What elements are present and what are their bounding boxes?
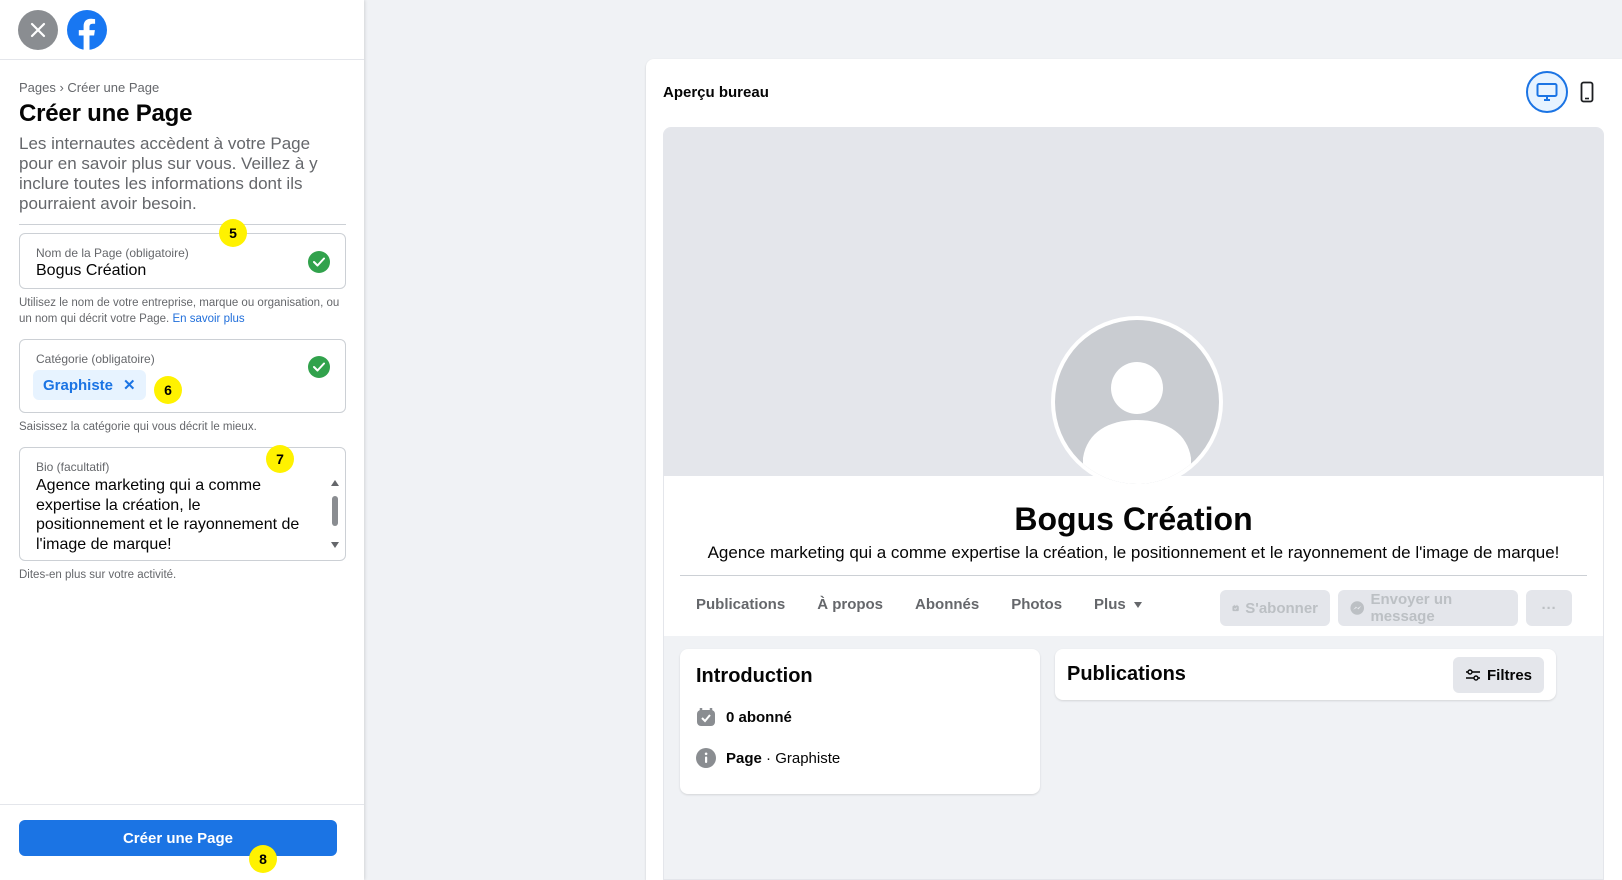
bio-helper: Dites-en plus sur votre activité. — [19, 569, 177, 581]
send-message-button[interactable]: Envoyer un message — [1338, 590, 1518, 626]
tab-more-label: Plus — [1094, 596, 1126, 613]
scroll-thumb[interactable] — [332, 496, 338, 526]
page-preview-canvas: Bogus Création Agence marketing qui a co… — [663, 127, 1604, 880]
annotation-marker-7: 7 — [266, 445, 294, 473]
more-actions-button[interactable]: ··· — [1526, 590, 1572, 626]
tab-publications[interactable]: Publications — [680, 586, 801, 623]
filters-label: Filtres — [1486, 666, 1532, 684]
scroll-down-icon[interactable] — [331, 542, 339, 548]
annotation-marker-8: 8 — [249, 845, 277, 873]
check-icon — [308, 356, 330, 378]
create-page-button[interactable]: Créer une Page — [19, 820, 337, 856]
followers-row: 0 abonné — [696, 707, 792, 727]
bio-label: Bio (facultatif) — [36, 460, 110, 474]
category-helper: Saisissez la catégorie qui vous décrit l… — [19, 421, 257, 433]
category-chip[interactable]: Graphiste ✕ — [33, 370, 146, 400]
annotation-marker-6: 6 — [154, 376, 182, 404]
subscribe-icon — [1232, 604, 1239, 612]
info-icon — [696, 748, 716, 768]
close-icon — [30, 22, 46, 37]
tab-photos[interactable]: Photos — [995, 586, 1078, 623]
profile-avatar — [1051, 316, 1223, 488]
create-page-sidebar: Pages › Créer une Page Créer une Page Le… — [0, 0, 364, 880]
introduction-card: Introduction 0 abonné Page · Graphiste — [680, 649, 1040, 794]
scroll-up-icon[interactable] — [331, 480, 339, 486]
preview-page-bio: Agence marketing qui a comme expertise l… — [707, 543, 1560, 562]
filters-button[interactable]: Filtres — [1452, 657, 1544, 693]
profile-tabs: Publications À propos Abonnés Photos Plu… — [680, 586, 1158, 623]
facebook-logo-icon[interactable] — [66, 9, 108, 51]
profile-divider — [680, 575, 1587, 576]
category-chip-label: Graphiste — [43, 376, 114, 394]
more-dots-icon: ··· — [1541, 599, 1557, 617]
check-icon — [308, 251, 330, 273]
sidebar-body: Pages › Créer une Page Créer une Page Le… — [0, 80, 364, 583]
default-avatar-icon — [1083, 362, 1191, 484]
sidebar-header — [0, 0, 364, 60]
category-label: Catégorie (obligatoire) — [36, 352, 155, 366]
bio-scrollbar[interactable] — [329, 478, 341, 550]
page-name-field[interactable]: Nom de la Page (obligatoire) Bogus Créat… — [19, 233, 346, 289]
bio-field[interactable]: Bio (facultatif) Agence marketing qui a … — [19, 447, 346, 561]
tab-about[interactable]: À propos — [801, 586, 899, 623]
desktop-preview-button[interactable] — [1526, 71, 1568, 113]
annotation-marker-5: 5 — [219, 219, 247, 247]
page-name-label: Nom de la Page (obligatoire) — [36, 246, 189, 260]
category-field[interactable]: Catégorie (obligatoire) Graphiste ✕ — [19, 339, 346, 413]
sidebar-footer: Créer une Page — [0, 804, 364, 880]
mobile-icon — [1580, 81, 1594, 103]
desktop-preview-panel: Aperçu bureau Bogus Création Agence mark… — [646, 59, 1622, 880]
followers-count: 0 abonné — [726, 708, 792, 726]
learn-more-link[interactable]: En savoir plus — [172, 313, 244, 325]
tab-followers[interactable]: Abonnés — [899, 586, 995, 623]
preview-page-name: Bogus Création — [1014, 501, 1253, 537]
chip-remove-icon[interactable]: ✕ — [123, 376, 136, 394]
subscribe-button[interactable]: S'abonner — [1220, 590, 1330, 626]
close-button[interactable] — [18, 9, 58, 50]
page-name-value: Bogus Création — [36, 262, 147, 279]
send-message-label: Envoyer un message — [1370, 591, 1453, 625]
intro-text: Les internautes accèdent à votre Page po… — [19, 134, 346, 225]
breadcrumb[interactable]: Pages › Créer une Page — [19, 80, 346, 95]
page-category-row: Page · Graphiste — [696, 748, 840, 768]
followers-icon — [696, 707, 716, 727]
publications-card: Publications Filtres — [1055, 649, 1556, 700]
filters-icon — [1465, 669, 1480, 681]
caret-down-icon — [1133, 601, 1142, 608]
desktop-icon — [1536, 83, 1558, 101]
introduction-title: Introduction — [696, 665, 813, 687]
tab-more[interactable]: Plus — [1078, 586, 1158, 623]
preview-title: Aperçu bureau — [663, 84, 769, 101]
page-title: Créer une Page — [19, 100, 193, 127]
publications-title: Publications — [1067, 663, 1186, 685]
bio-textarea[interactable]: Agence marketing qui a comme expertise l… — [36, 476, 311, 554]
messenger-icon — [1350, 601, 1365, 615]
page-category-text: · Graphiste — [761, 749, 841, 767]
mobile-preview-button[interactable] — [1566, 71, 1608, 113]
page-type-label: Page — [726, 749, 762, 767]
page-name-helper: Utilisez le nom de votre entreprise, mar… — [19, 295, 346, 327]
subscribe-label: S'abonner — [1245, 599, 1318, 617]
